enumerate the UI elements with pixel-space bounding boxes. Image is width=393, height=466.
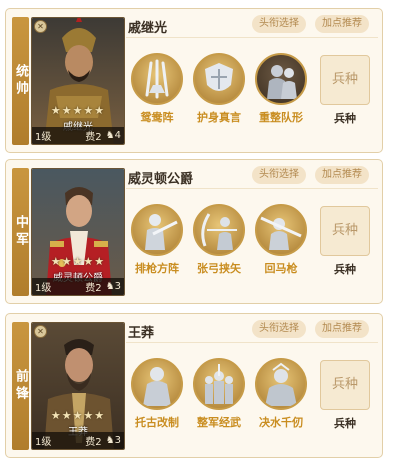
- general-card: 统帅 ✕ ★★★★★ 戚继光 1级 费2 ♞ 4 戚继光 头衔选择 加点推荐 鸳…: [5, 8, 383, 153]
- robed-figure-skill-icon: [131, 358, 183, 410]
- spear-skill-icon: [255, 204, 307, 256]
- musketeer-skill-icon: [131, 204, 183, 256]
- role-label: 中军: [12, 168, 29, 296]
- horse-count: 4: [114, 130, 121, 141]
- general-portrait[interactable]: ★★★★★ 威灵顿公爵 1级 费2 ♞ 3: [31, 168, 125, 296]
- horse-icon: ♞: [105, 281, 115, 292]
- level-text: 1级: [35, 283, 52, 294]
- portrait-info-bar: 1级 费2 ♞ 4: [32, 127, 124, 144]
- points-recommend-button[interactable]: 加点推荐: [315, 166, 369, 184]
- level-text: 1级: [35, 437, 52, 448]
- skill-slot[interactable]: 排枪方阵: [128, 204, 186, 276]
- skill-name: 决水千仞: [259, 416, 303, 429]
- points-recommend-button[interactable]: 加点推荐: [315, 15, 369, 33]
- portrait-info-bar: 1级 费2 ♞ 3: [32, 278, 124, 295]
- title-select-button[interactable]: 头衔选择: [252, 15, 306, 33]
- portrait-info-bar: 1级 费2 ♞ 3: [32, 432, 124, 449]
- general-name: 戚继光: [128, 21, 168, 36]
- role-label: 前锋: [12, 322, 29, 450]
- role-label: 统帅: [12, 17, 29, 145]
- skill-slot[interactable]: 回马枪: [252, 204, 310, 276]
- general-card: 中军 ★★★★★ 威灵顿公爵 1级 费2 ♞ 3 威灵顿公爵 头衔选择 加点推荐…: [5, 159, 383, 304]
- general-name: 王莽: [128, 326, 155, 341]
- skill-name: 护身真言: [197, 111, 241, 124]
- soldiers-skill-icon: [255, 53, 307, 105]
- general-name: 威灵顿公爵: [128, 172, 194, 187]
- cost-text: 费2: [85, 132, 102, 143]
- divider: [126, 342, 378, 343]
- warrior-skill-icon: [255, 358, 307, 410]
- horse-count: 3: [114, 281, 121, 292]
- level-text: 1级: [35, 132, 52, 143]
- skill-slot[interactable]: 决水千仞: [252, 358, 310, 430]
- divider: [126, 37, 378, 38]
- archer-skill-icon: [193, 204, 245, 256]
- swords-icon: ✕: [34, 20, 47, 33]
- skill-slot[interactable]: 鸳鸯阵: [128, 53, 186, 125]
- troop-type-slot[interactable]: 兵种: [320, 206, 370, 256]
- star-rating: ★★★★★: [50, 255, 106, 268]
- general-portrait[interactable]: ✕ ★★★★★ 王莽 1级 费2 ♞ 3: [31, 322, 125, 450]
- points-recommend-button[interactable]: 加点推荐: [315, 320, 369, 338]
- skill-name: 回马枪: [264, 262, 298, 275]
- cost-text: 费2: [85, 437, 102, 448]
- army-skill-icon: [193, 358, 245, 410]
- skill-name: 排枪方阵: [135, 262, 179, 275]
- horse-icon: ♞: [105, 435, 115, 446]
- star-rating: ★★★★★: [50, 104, 106, 117]
- troop-type-label: 兵种: [334, 112, 356, 125]
- troop-type-label: 兵种: [334, 263, 356, 276]
- title-select-button[interactable]: 头衔选择: [252, 166, 306, 184]
- skill-slot[interactable]: 张弓挟矢: [190, 204, 248, 276]
- skill-name: 张弓挟矢: [197, 262, 241, 275]
- star-rating: ★★★★★: [50, 409, 106, 422]
- troop-type-slot[interactable]: 兵种: [320, 360, 370, 410]
- skill-name: 重整队形: [259, 111, 303, 124]
- spears-skill-icon: [131, 53, 183, 105]
- general-card: 前锋 ✕ ★★★★★ 王莽 1级 费2 ♞ 3 王莽 头衔选择 加点推荐 托古改…: [5, 313, 383, 458]
- general-portrait[interactable]: ✕ ★★★★★ 戚继光 1级 费2 ♞ 4: [31, 17, 125, 145]
- skill-slot[interactable]: 托古改制: [128, 358, 186, 430]
- swords-icon: ✕: [34, 325, 47, 338]
- skill-name: 鸳鸯阵: [140, 111, 174, 124]
- skill-slot[interactable]: 整军经武: [190, 358, 248, 430]
- horse-count: 3: [114, 435, 121, 446]
- horse-icon: ♞: [105, 130, 115, 141]
- divider: [126, 188, 378, 189]
- shield-skill-icon: [193, 53, 245, 105]
- skill-slot[interactable]: 护身真言: [190, 53, 248, 125]
- skill-name: 整军经武: [197, 416, 241, 429]
- title-select-button[interactable]: 头衔选择: [252, 320, 306, 338]
- skill-slot[interactable]: 重整队形: [252, 53, 310, 125]
- troop-type-label: 兵种: [334, 417, 356, 430]
- cost-text: 费2: [85, 283, 102, 294]
- skill-name: 托古改制: [135, 416, 179, 429]
- troop-type-slot[interactable]: 兵种: [320, 55, 370, 105]
